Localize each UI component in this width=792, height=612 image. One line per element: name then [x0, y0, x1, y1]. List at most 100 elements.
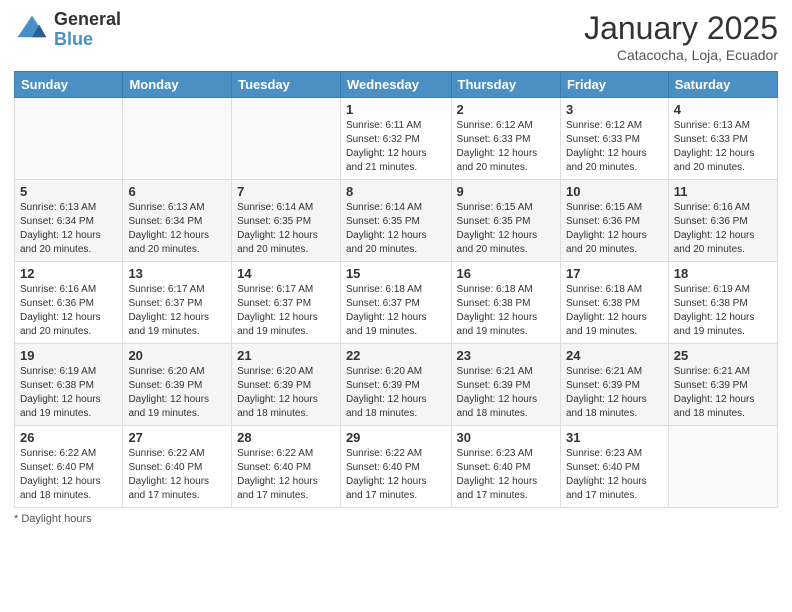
- calendar-day-cell: 11 Sunrise: 6:16 AM Sunset: 6:36 PM Dayli…: [668, 180, 777, 262]
- day-number: 31: [566, 430, 663, 445]
- calendar-day-cell: [232, 98, 341, 180]
- day-info: Sunrise: 6:19 AM Sunset: 6:38 PM Dayligh…: [674, 283, 772, 339]
- calendar-day-cell: 28 Sunrise: 6:22 AM Sunset: 6:40 PM Dayli…: [232, 426, 341, 508]
- logo-icon: [14, 12, 50, 48]
- calendar-day-cell: 9Sunrise: 6:15 AM Sunset: 6:35 PM Daylig…: [451, 180, 560, 262]
- day-number: 6: [128, 184, 226, 199]
- calendar-day-cell: 13Sunrise: 6:17 AM Sunset: 6:37 PM Dayli…: [123, 262, 232, 344]
- day-info: Sunrise: 6:20 AM Sunset: 6:39 PM Dayligh…: [346, 365, 446, 421]
- calendar-day-cell: 14Sunrise: 6:17 AM Sunset: 6:37 PM Dayli…: [232, 262, 341, 344]
- day-info: Sunrise: 6:18 AM Sunset: 6:38 PM Dayligh…: [457, 283, 555, 339]
- day-number: 27: [128, 430, 226, 445]
- day-number: 16: [457, 266, 555, 281]
- day-info: Sunrise: 6:17 AM Sunset: 6:37 PM Dayligh…: [128, 283, 226, 339]
- day-info: Sunrise: 6:21 AM Sunset: 6:39 PM Dayligh…: [674, 365, 772, 421]
- day-number: 22: [346, 348, 446, 363]
- day-info: Sunrise: 6:19 AM Sunset: 6:38 PM Dayligh…: [20, 365, 117, 421]
- calendar-week-row: 12 Sunrise: 6:16 AM Sunset: 6:36 PM Dayli…: [15, 262, 778, 344]
- day-info: Sunrise: 6:20 AM Sunset: 6:39 PM Dayligh…: [237, 365, 335, 421]
- calendar-day-cell: 30Sunrise: 6:23 AM Sunset: 6:40 PM Dayli…: [451, 426, 560, 508]
- day-number: 17: [566, 266, 663, 281]
- day-info: Sunrise: 6:23 AM Sunset: 6:40 PM Dayligh…: [566, 447, 663, 503]
- footer-note: * Daylight hours: [14, 513, 778, 525]
- calendar-week-row: 5 Sunrise: 6:13 AM Sunset: 6:34 PM Daylig…: [15, 180, 778, 262]
- day-number: 24: [566, 348, 663, 363]
- day-number: 18: [674, 266, 772, 281]
- calendar-day-cell: 6 Sunrise: 6:13 AM Sunset: 6:34 PM Daylig…: [123, 180, 232, 262]
- calendar-day-cell: 2 Sunrise: 6:12 AM Sunset: 6:33 PM Daylig…: [451, 98, 560, 180]
- logo-blue-text: Blue: [54, 30, 121, 50]
- day-info: Sunrise: 6:13 AM Sunset: 6:34 PM Dayligh…: [20, 201, 117, 257]
- day-info: Sunrise: 6:13 AM Sunset: 6:34 PM Dayligh…: [128, 201, 226, 257]
- calendar-day-cell: 17 Sunrise: 6:18 AM Sunset: 6:38 PM Dayli…: [560, 262, 668, 344]
- day-info: Sunrise: 6:18 AM Sunset: 6:38 PM Dayligh…: [566, 283, 663, 339]
- day-number: 3: [566, 102, 663, 117]
- day-info: Sunrise: 6:22 AM Sunset: 6:40 PM Dayligh…: [128, 447, 226, 503]
- calendar-day-cell: 22 Sunrise: 6:20 AM Sunset: 6:39 PM Dayli…: [340, 344, 451, 426]
- calendar-week-row: 1 Sunrise: 6:11 AM Sunset: 6:32 PM Daylig…: [15, 98, 778, 180]
- calendar-day-cell: 25 Sunrise: 6:21 AM Sunset: 6:39 PM Dayli…: [668, 344, 777, 426]
- day-number: 2: [457, 102, 555, 117]
- day-info: Sunrise: 6:16 AM Sunset: 6:36 PM Dayligh…: [674, 201, 772, 257]
- day-info: Sunrise: 6:23 AM Sunset: 6:40 PM Dayligh…: [457, 447, 555, 503]
- calendar-day-cell: 29Sunrise: 6:22 AM Sunset: 6:40 PM Dayli…: [340, 426, 451, 508]
- day-info: Sunrise: 6:15 AM Sunset: 6:35 PM Dayligh…: [457, 201, 555, 257]
- day-number: 19: [20, 348, 117, 363]
- calendar-day-header: Saturday: [668, 72, 777, 98]
- day-number: 28: [237, 430, 335, 445]
- day-number: 26: [20, 430, 117, 445]
- calendar-day-cell: 7Sunrise: 6:14 AM Sunset: 6:35 PM Daylig…: [232, 180, 341, 262]
- calendar-day-cell: 24Sunrise: 6:21 AM Sunset: 6:39 PM Dayli…: [560, 344, 668, 426]
- calendar-day-header: Tuesday: [232, 72, 341, 98]
- calendar-day-cell: 18 Sunrise: 6:19 AM Sunset: 6:38 PM Dayli…: [668, 262, 777, 344]
- day-info: Sunrise: 6:18 AM Sunset: 6:37 PM Dayligh…: [346, 283, 446, 339]
- day-info: Sunrise: 6:16 AM Sunset: 6:36 PM Dayligh…: [20, 283, 117, 339]
- calendar-day-cell: 19 Sunrise: 6:19 AM Sunset: 6:38 PM Dayli…: [15, 344, 123, 426]
- calendar-day-cell: 27 Sunrise: 6:22 AM Sunset: 6:40 PM Dayli…: [123, 426, 232, 508]
- day-number: 8: [346, 184, 446, 199]
- calendar-day-cell: 16 Sunrise: 6:18 AM Sunset: 6:38 PM Dayli…: [451, 262, 560, 344]
- page: General Blue January 2025 Catacocha, Loj…: [0, 0, 792, 612]
- day-number: 12: [20, 266, 117, 281]
- calendar-day-cell: 31 Sunrise: 6:23 AM Sunset: 6:40 PM Dayli…: [560, 426, 668, 508]
- calendar-day-cell: 23Sunrise: 6:21 AM Sunset: 6:39 PM Dayli…: [451, 344, 560, 426]
- day-number: 23: [457, 348, 555, 363]
- day-info: Sunrise: 6:13 AM Sunset: 6:33 PM Dayligh…: [674, 119, 772, 175]
- day-info: Sunrise: 6:22 AM Sunset: 6:40 PM Dayligh…: [237, 447, 335, 503]
- month-title: January 2025: [584, 10, 778, 47]
- logo-general-text: General: [54, 10, 121, 30]
- calendar-day-header: Sunday: [15, 72, 123, 98]
- day-number: 11: [674, 184, 772, 199]
- day-info: Sunrise: 6:14 AM Sunset: 6:35 PM Dayligh…: [346, 201, 446, 257]
- day-number: 14: [237, 266, 335, 281]
- day-number: 5: [20, 184, 117, 199]
- day-number: 4: [674, 102, 772, 117]
- calendar-week-row: 19 Sunrise: 6:19 AM Sunset: 6:38 PM Dayli…: [15, 344, 778, 426]
- day-info: Sunrise: 6:12 AM Sunset: 6:33 PM Dayligh…: [566, 119, 663, 175]
- day-info: Sunrise: 6:12 AM Sunset: 6:33 PM Dayligh…: [457, 119, 555, 175]
- calendar-day-header: Monday: [123, 72, 232, 98]
- calendar-day-cell: 8 Sunrise: 6:14 AM Sunset: 6:35 PM Daylig…: [340, 180, 451, 262]
- calendar-table: SundayMondayTuesdayWednesdayThursdayFrid…: [14, 71, 778, 508]
- calendar-week-row: 26 Sunrise: 6:22 AM Sunset: 6:40 PM Dayli…: [15, 426, 778, 508]
- calendar-day-cell: 3 Sunrise: 6:12 AM Sunset: 6:33 PM Daylig…: [560, 98, 668, 180]
- day-info: Sunrise: 6:20 AM Sunset: 6:39 PM Dayligh…: [128, 365, 226, 421]
- day-number: 25: [674, 348, 772, 363]
- calendar-day-cell: 21Sunrise: 6:20 AM Sunset: 6:39 PM Dayli…: [232, 344, 341, 426]
- day-info: Sunrise: 6:14 AM Sunset: 6:35 PM Dayligh…: [237, 201, 335, 257]
- day-info: Sunrise: 6:22 AM Sunset: 6:40 PM Dayligh…: [20, 447, 117, 503]
- day-number: 15: [346, 266, 446, 281]
- calendar-day-header: Friday: [560, 72, 668, 98]
- calendar-day-cell: [668, 426, 777, 508]
- calendar-day-cell: [123, 98, 232, 180]
- calendar-day-cell: 12 Sunrise: 6:16 AM Sunset: 6:36 PM Dayli…: [15, 262, 123, 344]
- day-number: 1: [346, 102, 446, 117]
- calendar-day-cell: 20 Sunrise: 6:20 AM Sunset: 6:39 PM Dayli…: [123, 344, 232, 426]
- logo: General Blue: [14, 10, 121, 50]
- calendar-day-cell: 4 Sunrise: 6:13 AM Sunset: 6:33 PM Daylig…: [668, 98, 777, 180]
- day-number: 20: [128, 348, 226, 363]
- title-block: January 2025 Catacocha, Loja, Ecuador: [584, 10, 778, 63]
- day-number: 29: [346, 430, 446, 445]
- day-info: Sunrise: 6:11 AM Sunset: 6:32 PM Dayligh…: [346, 119, 446, 175]
- calendar-day-header: Thursday: [451, 72, 560, 98]
